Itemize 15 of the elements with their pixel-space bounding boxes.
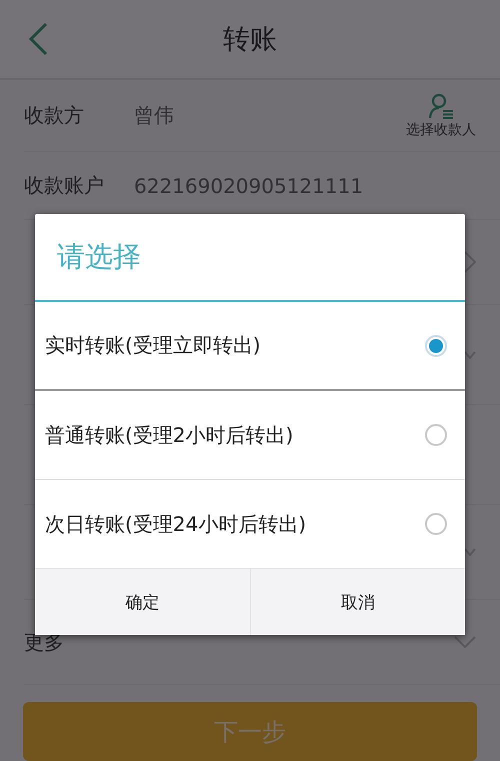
chevron-down-icon [454,636,476,648]
chevron-right-icon [464,251,476,273]
radio-button[interactable] [425,513,447,535]
option-row[interactable]: 次日转账(受理24小时后转出) [35,480,465,569]
radio-button[interactable] [425,424,447,446]
option-row[interactable]: 普通转账(受理2小时后转出) [35,391,465,480]
chevron-down-icon [464,350,476,358]
option-row[interactable]: 实时转账(受理立即转出) [35,302,465,391]
person-list-icon [428,92,454,118]
chevron-down-icon [464,548,476,556]
radio-button[interactable] [425,334,447,356]
field-label: 收款账户 [24,172,105,199]
field-label: 收款方 [24,102,85,129]
page-title: 转账 [223,23,277,57]
back-icon[interactable] [28,22,48,56]
